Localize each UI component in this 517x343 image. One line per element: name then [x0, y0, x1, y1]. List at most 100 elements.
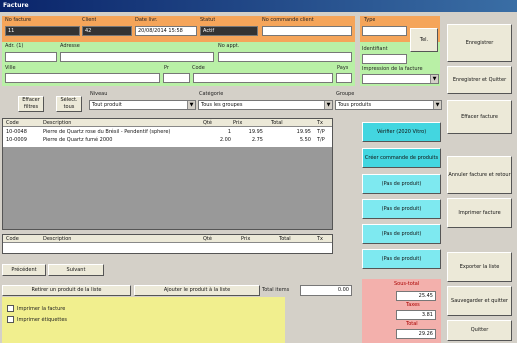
total-items-field: 0.00 — [300, 285, 352, 296]
dropdown-arrow-icon: ▼ — [430, 75, 438, 83]
column-header: Qté — [203, 236, 212, 242]
create-order-button[interactable]: Créer commande de produits — [362, 148, 441, 168]
label-province: Pr — [164, 65, 169, 71]
column-header: Tx — [317, 120, 324, 126]
save-button[interactable]: Enregistrer — [447, 24, 512, 62]
total-field: 29.26 — [396, 329, 436, 339]
cell-qty: 2.00 — [219, 137, 231, 143]
select-all-button[interactable]: Sélect. tous — [56, 96, 82, 112]
label-client: Client — [82, 17, 97, 23]
status-field[interactable]: Actif — [200, 26, 258, 36]
label-postal: Code — [192, 65, 205, 71]
product-slot-button[interactable]: (Pas de produit) — [362, 174, 441, 194]
save-and-exit-button[interactable]: Sauvegarder et quitter — [447, 286, 512, 316]
order-ref-field[interactable] — [262, 26, 352, 36]
label-city: Ville — [5, 65, 16, 71]
address1-field[interactable] — [5, 52, 57, 62]
cell-description: Pierre de Quartz rose du Brésil - Penden… — [43, 129, 171, 135]
label-subtotal: Sous-total — [394, 281, 420, 287]
label-order-ref: No commande client — [262, 17, 314, 23]
phone-button[interactable]: Tel. — [410, 28, 438, 52]
cell-price: 19.95 — [248, 129, 263, 135]
column-header: Code — [6, 120, 19, 126]
clear-invoice-button[interactable]: Effacer facture — [447, 100, 512, 134]
province-field[interactable] — [163, 73, 190, 83]
invoice-window: Facture No facture Client Date livr. Sta… — [0, 0, 517, 343]
cell-total: 19.95 — [296, 129, 311, 135]
product-slot-button[interactable]: (Pas de produit) — [362, 199, 441, 219]
print-invoice-checkbox[interactable] — [7, 305, 14, 312]
apt-field[interactable] — [218, 52, 352, 62]
label-level: Niveau — [90, 91, 108, 97]
dropdown-arrow-icon: ▼ — [187, 101, 195, 109]
remove-product-button[interactable]: Retirer un produit de la liste — [2, 285, 131, 296]
column-header: Prix — [241, 236, 251, 242]
category-dropdown[interactable]: Tous les groupes ▼ — [198, 100, 333, 110]
cancel-invoice-button[interactable]: Annuler facture et retour — [447, 156, 512, 194]
column-header: Qté — [203, 120, 212, 126]
column-header: Description — [43, 120, 72, 126]
subtotal-field: 25.45 — [396, 291, 436, 301]
cell-qty: 1 — [227, 129, 231, 135]
previous-button[interactable]: Précédent — [2, 264, 46, 276]
address2-field[interactable] — [60, 52, 214, 62]
verify-button[interactable]: Vérifier (2020 Vitro) — [362, 122, 441, 142]
add-product-button[interactable]: Ajouter le produit à la liste — [134, 285, 260, 296]
invoice-number-field[interactable]: 11 — [5, 26, 80, 36]
table-header: Code Description Qté Prix Total Tx — [3, 235, 332, 243]
print-invoice-button[interactable]: Imprimer facture — [447, 198, 512, 228]
group-dropdown[interactable]: Tous produits ▼ — [335, 100, 442, 110]
print-invoice-label: Imprimer la facture — [17, 306, 66, 312]
label-status: Statut — [200, 17, 216, 23]
table-row[interactable]: 10-0048 Pierre de Quartz rose du Brésil … — [3, 128, 332, 136]
label-group: Groupe — [336, 91, 355, 97]
export-list-button[interactable]: Exporter la liste — [447, 252, 512, 282]
label-address2: Adresse — [60, 43, 80, 49]
print-labels-checkbox[interactable] — [7, 316, 14, 323]
cell-total: 5.50 — [299, 137, 311, 143]
type-field[interactable] — [362, 26, 407, 36]
label-print-invoice: Impression de la facture — [362, 66, 423, 72]
table-empty-area — [3, 147, 332, 229]
cell-code: 10-0048 — [6, 129, 27, 135]
label-total: Total — [406, 321, 418, 327]
dropdown-arrow-icon: ▼ — [324, 101, 332, 109]
label-country: Pays — [337, 65, 349, 71]
table-row[interactable]: 10-0009 Pierre de Quartz fumé 2000 2.00 … — [3, 136, 332, 144]
label-taxes: Taxes — [406, 302, 420, 308]
column-header: Prix — [233, 120, 243, 126]
next-button[interactable]: Suivant — [48, 264, 104, 276]
product-slot-button[interactable]: (Pas de produit) — [362, 249, 441, 269]
pending-table[interactable]: Code Description Qté Prix Total Tx — [2, 234, 333, 254]
date-field[interactable]: 20/08/2014 15:58 — [135, 26, 197, 36]
client-field[interactable]: 42 — [82, 26, 132, 36]
identifier-field[interactable] — [362, 54, 407, 64]
label-total-items: Total items — [262, 287, 290, 293]
column-header: Total — [271, 120, 283, 126]
print-invoice-select[interactable]: ▼ — [362, 74, 439, 84]
label-date: Date livr. — [135, 17, 158, 23]
level-dropdown[interactable]: Tout produit ▼ — [89, 100, 196, 110]
label-type: Type — [364, 17, 376, 23]
label-identifier: Identifiant — [362, 46, 388, 52]
city-field[interactable] — [5, 73, 160, 83]
column-header: Total — [279, 236, 291, 242]
country-field[interactable] — [336, 73, 352, 83]
postal-field[interactable] — [193, 73, 333, 83]
window-title: Facture — [0, 0, 517, 12]
cell-tax: T/P — [317, 137, 325, 143]
label-address1: Adr. (1) — [5, 43, 24, 49]
dropdown-arrow-icon: ▼ — [433, 101, 441, 109]
cell-price: 2.75 — [251, 137, 263, 143]
clear-filters-button[interactable]: Effacer filtres — [18, 96, 44, 112]
column-header: Code — [6, 236, 19, 242]
label-apt: No appt. — [218, 43, 240, 49]
save-and-quit-button[interactable]: Enregistrer et Quitter — [447, 66, 512, 94]
product-slot-button[interactable]: (Pas de produit) — [362, 224, 441, 244]
quit-button[interactable]: Quitter — [447, 320, 512, 341]
cell-code: 10-0009 — [6, 137, 27, 143]
products-table[interactable]: Code Description Qté Prix Total Tx 10-00… — [2, 118, 333, 230]
column-header: Description — [43, 236, 72, 242]
taxes-field: 3.81 — [396, 310, 436, 320]
label-invoice-number: No facture — [5, 17, 32, 23]
